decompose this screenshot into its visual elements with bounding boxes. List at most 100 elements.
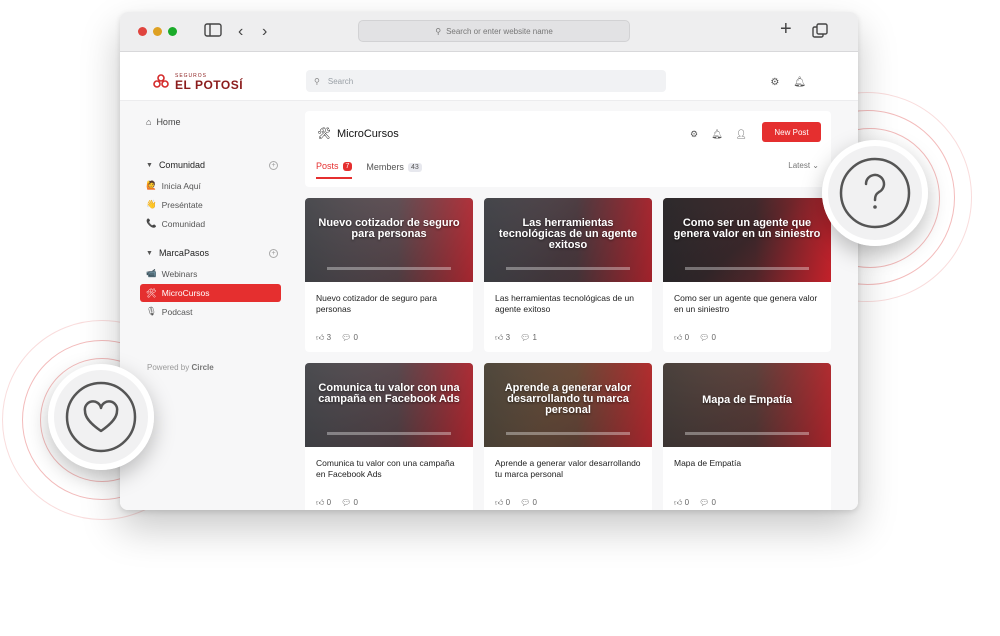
members-icon[interactable]: 👤︎ [736,129,747,140]
logo-text: SEGUROS EL POTOSÍ [175,73,244,92]
sidebar-item-inicia-aqui[interactable]: 🙋 Inicia Aquí [146,180,201,191]
sidebar-group-label: Comunidad [158,160,205,170]
post-card[interactable]: Nuevo cotizador de seguro para personas … [305,198,473,352]
search-input[interactable]: ⚲ Search [306,70,666,92]
space-settings-icon[interactable]: ⚙ [690,129,698,140]
post-title[interactable]: Comunica tu valor con una campaña en Fac… [316,458,464,480]
tools-icon: 🛠 [317,128,331,140]
sidebar-group-marcapasos[interactable]: ▼ MarcaPasos + [146,248,278,258]
comment-icon: 💬︎ [341,498,352,507]
sidebar-item-label: Podcast [161,306,193,317]
post-card[interactable]: Como ser un agente que genera valor en u… [663,198,831,352]
like-count: 0 [684,333,690,342]
post-card[interactable]: Aprende a generar valor desarrollando tu… [484,363,652,510]
app-view: SEGUROS EL POTOSÍ ⚲ Search ⚙ 🔔︎ ⌂ Home ▼… [120,53,858,510]
post-card[interactable]: Mapa de Empatía Mapa de Empatía 👍︎ 0 💬︎ … [663,363,831,510]
search-placeholder: Search [327,76,354,86]
like-count: 0 [505,498,511,507]
post-title[interactable]: Aprende a generar valor desarrollando tu… [495,458,643,480]
powered-prefix: Powered by [147,363,190,372]
comment-button[interactable]: 💬︎ 0 [341,333,358,343]
help-badge [822,140,928,246]
microphone-icon: 🎙 [146,306,157,316]
like-button[interactable]: 👍︎ 3 [495,333,510,343]
sort-label: Latest [788,161,811,170]
sidebar-item-microcursos[interactable]: 🛠 MicroCursos [140,284,281,302]
space-actions: ⚙ 🔔︎ 👤︎ [690,129,747,140]
forward-icon[interactable]: › [262,23,267,41]
comment-button[interactable]: 💬︎ 0 [341,498,358,508]
space-notifications-icon[interactable]: 🔔︎ [711,129,722,140]
sidebar-item-label: Comunidad [161,218,206,229]
notifications-icon[interactable]: 🔔︎ [793,77,806,88]
sidebar-item-presentate[interactable]: 👋 Preséntate [146,199,203,210]
post-title[interactable]: Las herramientas tecnológicas de un agen… [495,293,643,315]
powered-by[interactable]: Powered by Circle [147,363,214,372]
thumbs-up-icon: 👍︎ [674,333,683,342]
comment-button[interactable]: 💬︎ 1 [520,333,537,343]
brand-logo[interactable]: SEGUROS EL POTOSÍ [152,73,243,91]
like-button[interactable]: 👍︎ 0 [495,498,510,508]
tab-members[interactable]: Members 43 [366,161,422,179]
address-bar[interactable]: ⚲ Search or enter website name [358,20,630,42]
tools-icon: 🛠 [146,287,157,298]
comment-count: 0 [711,333,716,342]
tab-label: Posts [316,161,339,171]
new-tab-icon[interactable]: + [780,19,792,39]
sidebar-item-label: MicroCursos [161,288,210,298]
search-icon: ⚲ [314,76,320,86]
thumbnail-headline: Aprende a generar valor desarrollando tu… [504,382,632,416]
comment-count: 0 [711,498,716,507]
post-card[interactable]: Comunica tu valor con una campaña en Fac… [305,363,473,510]
back-icon[interactable]: ‹ [238,23,243,41]
main-content: 🛠 MicroCursos ⚙ 🔔︎ 👤︎ New Post Posts 7 M… [305,101,831,510]
video-camera-icon: 📹 [146,268,157,278]
close-window-button[interactable] [138,27,147,36]
thumbs-up-icon: 👍︎ [495,333,504,342]
sidebar-toggle-icon[interactable] [204,23,222,42]
post-thumbnail: Nuevo cotizador de seguro para personas [305,198,473,282]
space-header: 🛠 MicroCursos ⚙ 🔔︎ 👤︎ New Post Posts 7 M… [305,111,831,187]
sidebar-item-podcast[interactable]: 🎙 Podcast [146,306,193,317]
sidebar-item-home[interactable]: ⌂ Home [146,117,180,127]
post-meta: 👍︎ 0 💬︎ 0 [674,498,716,508]
add-space-icon[interactable]: + [269,248,278,258]
sidebar: ⌂ Home ▼ Comunidad + 🙋 Inicia Aquí 👋 Pre… [120,101,290,510]
sort-dropdown[interactable]: Latest ⌄ [788,161,819,170]
post-title[interactable]: Mapa de Empatía [674,458,822,469]
thumbs-up-icon: 👍︎ [495,498,504,507]
tabs-overview-icon[interactable] [812,23,828,44]
minimize-window-button[interactable] [153,27,162,36]
comment-button[interactable]: 💬︎ 0 [699,333,716,343]
comment-button[interactable]: 💬︎ 0 [699,498,716,508]
waving-hand-icon: 👋 [146,199,157,209]
comment-icon: 💬︎ [341,333,352,342]
settings-icon[interactable]: ⚙ [770,77,779,88]
like-button[interactable]: 👍︎ 0 [674,333,689,343]
comment-button[interactable]: 💬︎ 0 [520,498,537,508]
question-mark-icon [839,157,911,229]
logo-main-text: EL POTOSÍ [175,77,244,92]
post-card[interactable]: Las herramientas tecnológicas de un agen… [484,198,652,352]
sidebar-item-comunidad[interactable]: 📞 Comunidad [146,218,205,229]
sidebar-group-comunidad[interactable]: ▼ Comunidad + [146,160,278,170]
comment-icon: 💬︎ [699,498,710,507]
like-button[interactable]: 👍︎ 0 [674,498,689,508]
post-meta: 👍︎ 0 💬︎ 0 [495,498,537,508]
post-meta: 👍︎ 0 💬︎ 0 [316,498,358,508]
browser-window: ‹ › ⚲ Search or enter website name + SEG… [120,12,858,510]
maximize-window-button[interactable] [168,27,177,36]
heart-icon [65,381,137,453]
home-icon: ⌂ [146,117,152,127]
comment-count: 0 [353,498,358,507]
new-post-button[interactable]: New Post [762,122,821,142]
sidebar-item-label: Inicia Aquí [161,180,201,191]
add-space-icon[interactable]: + [269,160,278,170]
like-button[interactable]: 👍︎ 3 [316,333,331,343]
like-button[interactable]: 👍︎ 0 [316,498,331,508]
post-title[interactable]: Como ser un agente que genera valor en u… [674,293,822,315]
tab-posts[interactable]: Posts 7 [316,161,353,179]
post-title[interactable]: Nuevo cotizador de seguro para personas [316,293,464,315]
sidebar-item-webinars[interactable]: 📹 Webinars [146,268,197,279]
address-placeholder: Search or enter website name [446,26,553,36]
